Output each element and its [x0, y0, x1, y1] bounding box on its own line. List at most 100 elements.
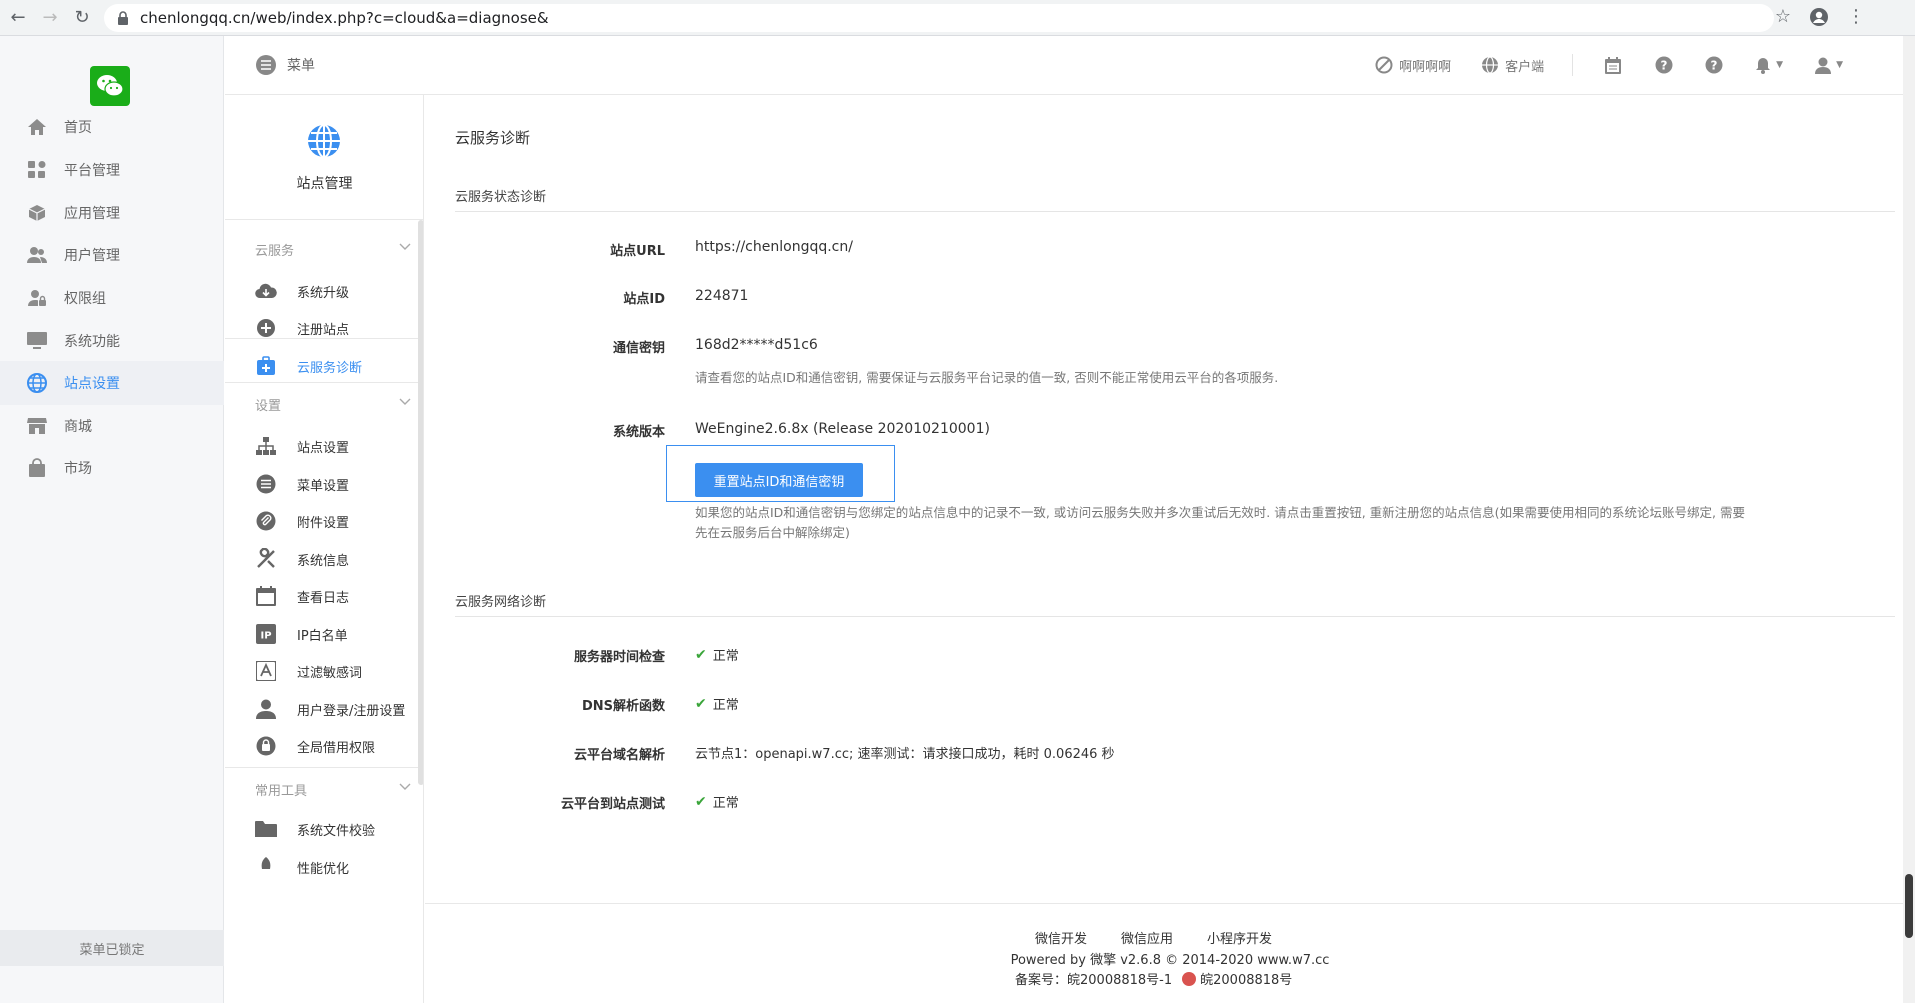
page-scrollbar[interactable]: [1903, 36, 1915, 1003]
more-icon[interactable]: ⋮: [1847, 6, 1865, 27]
header-link-client[interactable]: 客户端: [1481, 56, 1544, 75]
value-site-url: https://chenlongqq.cn/: [695, 239, 853, 255]
sub-item-attachment-settings[interactable]: 附件设置: [225, 501, 423, 541]
chevron-down-icon: ▼: [1836, 60, 1843, 70]
star-icon[interactable]: ☆: [1775, 6, 1791, 27]
sidebar-item-permission-group[interactable]: 权限组: [0, 276, 224, 320]
note-reset: 如果您的站点ID和通信密钥与您绑定的站点信息中的记录不一致, 或访问云服务失败并…: [695, 503, 1895, 543]
sub-item-filter-words[interactable]: 过滤敏感词: [225, 651, 423, 691]
header-link-account[interactable]: 啊啊啊啊: [1375, 56, 1451, 75]
help-icon[interactable]: ?: [1655, 56, 1673, 74]
group-title-label: 设置: [255, 398, 282, 414]
sub-item-ip-whitelist[interactable]: IP IP白名单: [225, 614, 423, 654]
scrollbar-thumb[interactable]: [1905, 874, 1913, 938]
sub-item-register-site[interactable]: 注册站点: [225, 308, 423, 348]
profile-icon[interactable]: [1809, 7, 1829, 27]
label-dns: DNS解析函数: [581, 699, 665, 714]
svg-text:?: ?: [1711, 59, 1718, 73]
calendar-icon[interactable]: [1605, 56, 1623, 74]
label-site-id: 站点ID: [623, 292, 665, 307]
sidebar-item-apps[interactable]: 应用管理: [0, 191, 224, 235]
globe-icon: [26, 372, 48, 394]
footer-link-miniprogram[interactable]: 小程序开发: [1207, 928, 1272, 947]
footer-links: 微信开发 微信应用 小程序开发: [1035, 928, 1272, 947]
tools-icon: [255, 548, 277, 570]
home-icon: [26, 116, 48, 138]
lock-icon: [118, 11, 128, 25]
check-icon: ✔: [695, 793, 707, 810]
label-server-time: 服务器时间检查: [573, 650, 665, 665]
note-comm-key: 请查看您的站点ID和通信密钥, 需要保证与云服务平台记录的值一致, 否则不能正常…: [695, 370, 1279, 385]
sub-item-label: 系统升级: [297, 285, 350, 301]
url-text: chenlongqq.cn/web/index.php?c=cloud&a=di…: [140, 9, 549, 27]
address-bar[interactable]: chenlongqq.cn/web/index.php?c=cloud&a=di…: [104, 4, 1774, 32]
reload-icon[interactable]: ↻: [68, 4, 96, 32]
user-menu-icon[interactable]: ▼: [1815, 56, 1843, 74]
bag-icon: [26, 457, 48, 479]
sidebar-item-label: 市场: [64, 461, 92, 477]
label-comm-key: 通信密钥: [612, 341, 665, 356]
header-link-label: 客户端: [1505, 59, 1545, 75]
monitor-icon: [26, 330, 48, 352]
sub-item-site-settings[interactable]: 站点设置: [225, 426, 423, 466]
sidebar-item-label: 应用管理: [64, 206, 120, 222]
store-icon: [26, 415, 48, 437]
sub-item-system-upgrade[interactable]: 系统升级: [225, 271, 423, 311]
group-settings[interactable]: 设置: [225, 389, 423, 419]
sub-item-global-borrow-permission[interactable]: 全局借用权限: [225, 726, 423, 766]
plus-circle-icon: [255, 317, 277, 339]
value-system-version: WeEngine2.6.8x (Release 202010210001): [695, 421, 990, 437]
forward-icon[interactable]: →: [36, 4, 64, 32]
wechat-logo[interactable]: [90, 66, 130, 106]
sub-item-view-logs[interactable]: 查看日志: [225, 576, 423, 616]
group-common-tools[interactable]: 常用工具: [225, 774, 423, 804]
group-divider: [225, 338, 423, 339]
group-divider: [225, 382, 423, 383]
sidebar-item-label: 用户管理: [64, 248, 120, 264]
label-platform-to-site: 云平台到站点测试: [560, 797, 665, 812]
sub-item-label: 系统信息: [297, 553, 350, 569]
question-icon[interactable]: ?: [1705, 56, 1723, 74]
chevron-down-icon: ▼: [1776, 60, 1784, 70]
bell-icon[interactable]: ▼: [1755, 56, 1783, 74]
status-text: 正常: [712, 649, 739, 664]
sidebar-item-home[interactable]: 首页: [0, 105, 224, 149]
list-circle-icon: [256, 55, 276, 75]
group-cloud-service[interactable]: 云服务: [225, 234, 423, 264]
sidebar-item-store[interactable]: 商城: [0, 404, 224, 448]
sidebar-item-site-settings[interactable]: 站点设置: [0, 361, 224, 405]
menu-label: 菜单: [287, 58, 315, 74]
sub-item-performance[interactable]: 性能优化: [225, 847, 423, 887]
footer-link-wechat-apps[interactable]: 微信应用: [1121, 928, 1173, 947]
footer-powered-by: Powered by 微擎 v2.6.8 © 2014-2020 www.w7.…: [1010, 953, 1330, 968]
value-dns: ✔ 正常: [695, 694, 739, 714]
sub-item-system-info[interactable]: 系统信息: [225, 539, 423, 579]
footer-record-police[interactable]: 皖20008818号: [1200, 969, 1292, 988]
menu-locked-label[interactable]: 菜单已锁定: [0, 930, 224, 966]
sub-item-file-check[interactable]: 系统文件校验: [225, 809, 423, 849]
note-reset-line1: 如果您的站点ID和通信密钥与您绑定的站点信息中的记录不一致, 或访问云服务失败并…: [695, 505, 1745, 520]
menu-toggle-button[interactable]: 菜单: [255, 54, 315, 76]
sub-item-cloud-diagnose[interactable]: 云服务诊断: [225, 346, 423, 386]
sub-item-label: 系统文件校验: [297, 823, 376, 839]
sub-item-login-register-settings[interactable]: 用户登录/注册设置: [225, 689, 423, 729]
subsidebar-scrollbar[interactable]: [418, 220, 423, 785]
header-divider: [1572, 54, 1574, 76]
reset-site-key-button[interactable]: 重置站点ID和通信密钥: [695, 463, 863, 497]
sidebar-item-platform[interactable]: 平台管理: [0, 148, 224, 192]
footer-divider: [425, 903, 1915, 904]
sub-item-label: 用户登录/注册设置: [297, 703, 406, 719]
sub-item-menu-settings[interactable]: 菜单设置: [225, 464, 423, 504]
footer-link-wechat-dev[interactable]: 微信开发: [1035, 928, 1087, 947]
group-divider: [225, 767, 423, 768]
back-icon[interactable]: ←: [4, 4, 32, 32]
users-icon: [26, 244, 48, 266]
sidebar-item-system[interactable]: 系统功能: [0, 319, 224, 363]
value-comm-key: 168d2*****d51c6: [695, 337, 818, 353]
sidebar-item-market[interactable]: 市场: [0, 446, 224, 490]
sidebar-item-users[interactable]: 用户管理: [0, 233, 224, 277]
footer-record-number[interactable]: 备案号：皖20008818号-1: [1015, 969, 1172, 988]
user-icon: [255, 698, 277, 720]
ip-icon: IP: [255, 623, 277, 645]
sub-item-label: 查看日志: [297, 590, 350, 606]
